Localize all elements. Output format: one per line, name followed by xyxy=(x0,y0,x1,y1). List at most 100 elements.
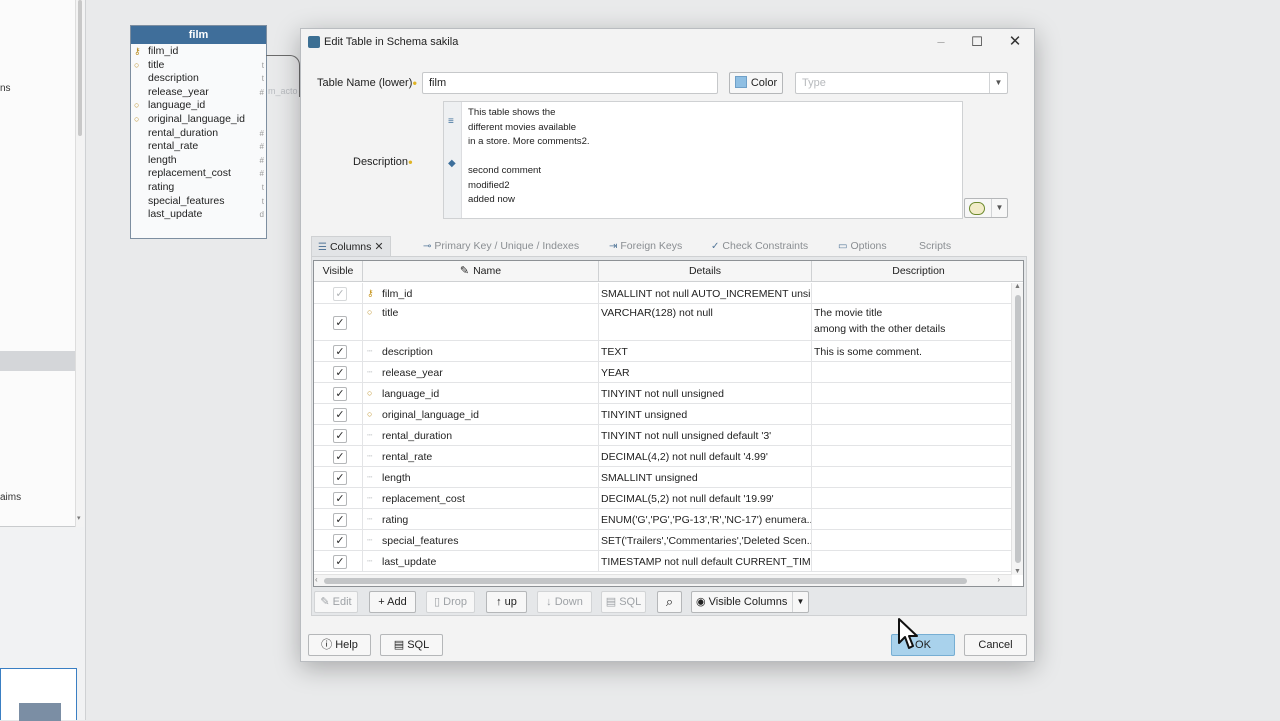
scroll-down-icon[interactable]: ▼ xyxy=(1014,568,1021,575)
entity-field[interactable]: replacement_cost # xyxy=(131,167,266,181)
header-name[interactable]: ✎ Name xyxy=(363,261,599,282)
entity-field[interactable]: ⚷ film_id xyxy=(131,45,266,59)
description-cell[interactable] xyxy=(812,283,1012,303)
details-cell[interactable]: TINYINT unsigned xyxy=(599,404,812,424)
minimize-icon[interactable]: – xyxy=(923,32,959,52)
overview-thumbnail[interactable] xyxy=(0,668,77,721)
chevron-down-icon[interactable]: ▼ xyxy=(991,199,1007,217)
visible-checkbox[interactable]: ✓ xyxy=(333,534,347,548)
table-row[interactable]: ✓ ┄ rental_duration TINYINT not null unsign… xyxy=(314,425,1012,446)
description-cell[interactable] xyxy=(812,467,1012,487)
name-cell[interactable]: ○ original_language_id xyxy=(363,404,599,424)
align-icon[interactable]: ≡ xyxy=(448,116,454,127)
add-button[interactable]: + Add xyxy=(369,591,416,613)
header-details[interactable]: Details xyxy=(599,261,812,282)
table-row[interactable]: ✓ ○ title VARCHAR(128) not null The movie ti… xyxy=(314,304,1012,341)
name-cell[interactable]: ┄ special_features xyxy=(363,530,599,550)
name-cell[interactable]: ┄ rental_duration xyxy=(363,425,599,445)
details-cell[interactable]: SET('Trailers','Commentaries','Deleted S… xyxy=(599,530,812,550)
details-cell[interactable]: DECIMAL(5,2) not null default '19.99' xyxy=(599,488,812,508)
grid-vertical-scrollbar[interactable]: ▲ ▼ xyxy=(1011,283,1023,575)
tab-check[interactable]: ✓ Check Constraints xyxy=(711,236,808,256)
entity-field[interactable]: length # xyxy=(131,154,266,168)
overview-viewport[interactable] xyxy=(19,703,61,721)
details-cell[interactable]: YEAR xyxy=(599,362,812,382)
type-select[interactable]: Type ▼ xyxy=(795,72,1008,94)
entity-field[interactable]: ○ original_language_id xyxy=(131,113,266,127)
table-name-input[interactable]: film xyxy=(422,72,718,94)
description-cell[interactable] xyxy=(812,362,1012,382)
move-up-button[interactable]: ↑ up xyxy=(486,591,527,613)
cancel-button[interactable]: Cancel xyxy=(964,634,1027,656)
tree-selected-row[interactable] xyxy=(0,351,75,371)
visible-checkbox[interactable]: ✓ xyxy=(333,366,347,380)
table-row[interactable]: ✓ ⚷ film_id SMALLINT not null AUTO_INCREMEN… xyxy=(314,283,1012,304)
visible-checkbox[interactable]: ✓ xyxy=(333,345,347,359)
visible-checkbox[interactable]: ✓ xyxy=(333,287,347,301)
chevron-down-icon[interactable]: ▼ xyxy=(792,592,808,612)
name-cell[interactable]: ┄ rating xyxy=(363,509,599,529)
columns-grid[interactable]: Visible ✎ Name Details Description ✓ ⚷ film… xyxy=(313,260,1024,587)
table-row[interactable]: ✓ ○ language_id TINYINT not null unsigned xyxy=(314,383,1012,404)
scroll-left-icon[interactable]: ‹ xyxy=(315,575,318,584)
name-cell[interactable]: ┄ description xyxy=(363,341,599,361)
chevron-down-icon[interactable]: ▼ xyxy=(989,73,1007,93)
move-down-button[interactable]: ↓ Down xyxy=(537,591,592,613)
visible-checkbox[interactable]: ✓ xyxy=(333,555,347,569)
table-row[interactable]: ✓ ○ original_language_id TINYINT unsigned xyxy=(314,404,1012,425)
header-description[interactable]: Description xyxy=(812,261,1023,282)
table-row[interactable]: ✓ ┄ replacement_cost DECIMAL(5,2) not null … xyxy=(314,488,1012,509)
name-cell[interactable]: ┄ last_update xyxy=(363,551,599,571)
entity-field[interactable]: rental_duration # xyxy=(131,127,266,141)
sql-button[interactable]: ▤ SQL xyxy=(380,634,443,656)
scrollbar-thumb[interactable] xyxy=(1015,295,1021,563)
entity-field[interactable]: special_features t xyxy=(131,195,266,209)
description-cell[interactable] xyxy=(812,551,1012,571)
description-cell[interactable] xyxy=(812,509,1012,529)
scroll-up-icon[interactable]: ▲ xyxy=(1014,283,1021,290)
description-text[interactable]: This table shows the different movies ava… xyxy=(468,106,590,208)
description-cell[interactable] xyxy=(812,488,1012,508)
details-cell[interactable]: ENUM('G','PG','PG-13','R','NC-17') enume… xyxy=(599,509,812,529)
scrollbar-thumb[interactable] xyxy=(324,578,967,584)
visible-checkbox[interactable]: ✓ xyxy=(333,408,347,422)
details-cell[interactable]: SMALLINT not null AUTO_INCREMENT unsi... xyxy=(599,283,812,303)
visible-checkbox[interactable]: ✓ xyxy=(333,450,347,464)
grid-horizontal-scrollbar[interactable]: ‹ › xyxy=(314,574,1012,586)
details-cell[interactable]: VARCHAR(128) not null xyxy=(599,304,812,340)
header-visible[interactable]: Visible xyxy=(314,261,363,282)
color-button[interactable]: Color xyxy=(729,72,783,94)
close-icon[interactable]: ✕ xyxy=(997,32,1033,52)
description-textarea[interactable]: ≡ ◆ This table shows the different movies… xyxy=(443,101,963,219)
visible-checkbox[interactable]: ✓ xyxy=(333,492,347,506)
drop-button[interactable]: ▯ Drop xyxy=(426,591,475,613)
visible-checkbox[interactable]: ✓ xyxy=(333,387,347,401)
name-cell[interactable]: ⚷ film_id xyxy=(363,283,599,303)
comment-options-button[interactable]: ▼ xyxy=(964,198,1008,218)
tab-foreign[interactable]: ⇥ Foreign Keys xyxy=(609,236,682,256)
tab-scripts[interactable]: Scripts xyxy=(919,236,951,256)
left-scrollbar[interactable]: ▾ xyxy=(75,0,84,527)
table-row[interactable]: ✓ ┄ rental_rate DECIMAL(4,2) not null defau… xyxy=(314,446,1012,467)
description-cell[interactable] xyxy=(812,425,1012,445)
scroll-right-icon[interactable]: › xyxy=(997,575,1000,584)
name-cell[interactable]: ┄ release_year xyxy=(363,362,599,382)
description-cell[interactable]: This is some comment. xyxy=(812,341,1012,361)
sql-preview-button[interactable]: ▤ SQL xyxy=(601,591,646,613)
description-cell[interactable] xyxy=(812,446,1012,466)
visible-columns-button[interactable]: ◉ Visible Columns ▼ xyxy=(691,591,809,613)
tab-options[interactable]: ▭ Options xyxy=(838,236,887,256)
details-cell[interactable]: DECIMAL(4,2) not null default '4.99' xyxy=(599,446,812,466)
table-row[interactable]: ✓ ┄ description TEXT This is some comment. xyxy=(314,341,1012,362)
name-cell[interactable]: ┄ rental_rate xyxy=(363,446,599,466)
maximize-icon[interactable]: ☐ xyxy=(959,32,995,52)
table-row[interactable]: ✓ ┄ rating ENUM('G','PG','PG-13','R','NC-17… xyxy=(314,509,1012,530)
details-cell[interactable]: TIMESTAMP not null default CURRENT_TIM..… xyxy=(599,551,812,571)
entity-field[interactable]: ○ title t xyxy=(131,59,266,73)
visible-checkbox[interactable]: ✓ xyxy=(333,471,347,485)
tab-columns[interactable]: ☰ Columns ✕ xyxy=(311,236,391,256)
film-entity[interactable]: film ⚷ film_id ○ title t description t release_… xyxy=(130,25,267,239)
visible-checkbox[interactable]: ✓ xyxy=(333,429,347,443)
details-cell[interactable]: TINYINT not null unsigned default '3' xyxy=(599,425,812,445)
entity-field[interactable]: release_year # xyxy=(131,86,266,100)
